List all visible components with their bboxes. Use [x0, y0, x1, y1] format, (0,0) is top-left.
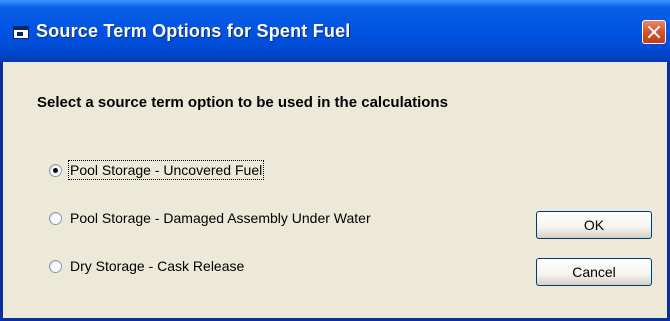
ok-button[interactable]: OK — [536, 211, 652, 239]
cancel-button[interactable]: Cancel — [536, 258, 652, 286]
radio-button-selected-icon[interactable] — [49, 163, 62, 177]
title-bar[interactable]: Source Term Options for Spent Fuel — [0, 0, 670, 62]
window-icon — [13, 26, 29, 39]
option-dry-storage[interactable]: Dry Storage - Cask Release — [49, 258, 244, 274]
radio-button-icon[interactable] — [49, 259, 62, 273]
option-pool-damaged[interactable]: Pool Storage - Damaged Assembly Under Wa… — [49, 210, 371, 226]
window-title: Source Term Options for Spent Fuel — [36, 21, 351, 41]
option-label[interactable]: Pool Storage - Damaged Assembly Under Wa… — [70, 210, 371, 226]
option-label[interactable]: Pool Storage - Uncovered Fuel — [67, 160, 265, 180]
dialog-window: Source Term Options for Spent Fuel Selec… — [0, 0, 670, 321]
radio-button-icon[interactable] — [49, 211, 62, 225]
instruction-label: Select a source term option to be used i… — [37, 94, 448, 111]
option-label[interactable]: Dry Storage - Cask Release — [70, 258, 244, 274]
close-button[interactable] — [642, 20, 666, 44]
option-pool-uncovered[interactable]: Pool Storage - Uncovered Fuel — [49, 160, 265, 180]
